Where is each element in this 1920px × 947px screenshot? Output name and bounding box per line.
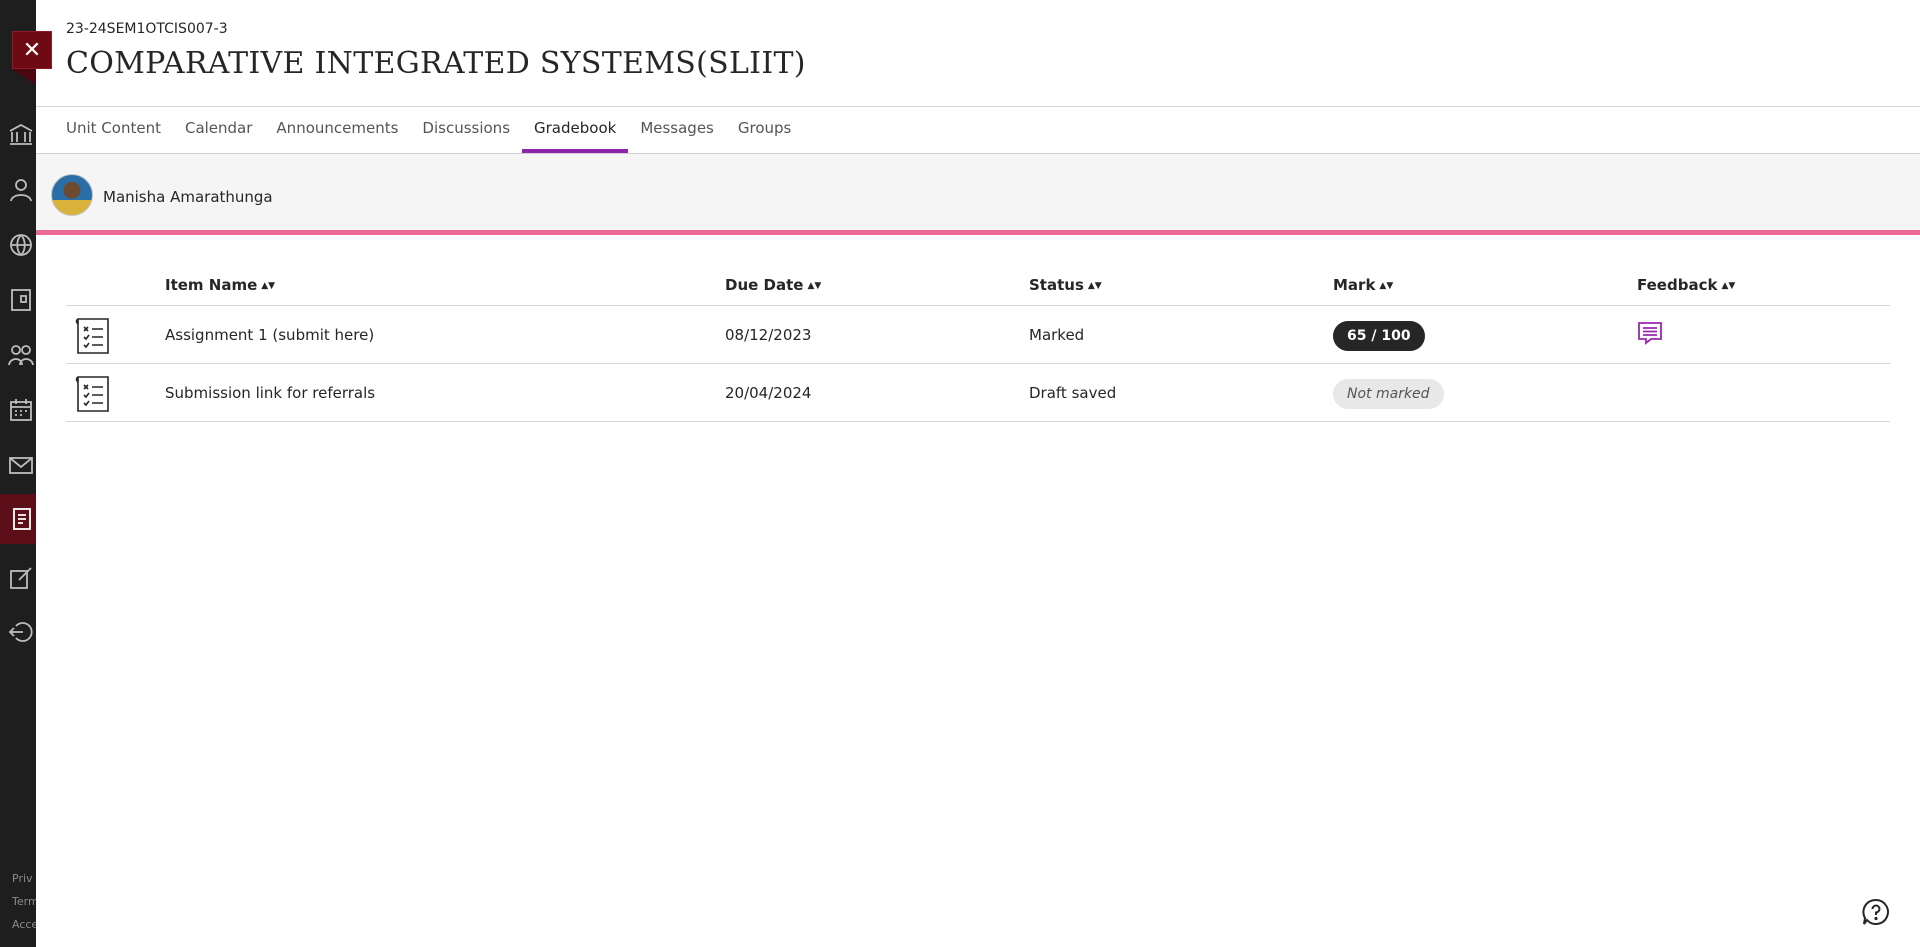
tab-messages[interactable]: Messages bbox=[628, 107, 726, 153]
close-course-button[interactable]: ✕ bbox=[12, 31, 52, 69]
terms-link[interactable]: Term bbox=[12, 895, 36, 908]
sort-icon: ▲▼ bbox=[1379, 281, 1394, 291]
messages-icon[interactable] bbox=[8, 452, 34, 478]
tab-gradebook[interactable]: Gradebook bbox=[522, 107, 629, 153]
table-row: Submission link for referrals 20/04/2024… bbox=[66, 364, 1890, 422]
sort-icon: ▲▼ bbox=[1721, 281, 1736, 291]
sign-out-icon[interactable] bbox=[8, 619, 34, 645]
student-name: Manisha Amarathunga bbox=[103, 188, 273, 206]
grades-icon[interactable] bbox=[8, 506, 34, 532]
accessibility-link[interactable]: Acce bbox=[12, 918, 36, 931]
table-header: Item Name ▲▼ Due Date ▲▼ Status ▲▼ Mark ▲▼ F… bbox=[66, 268, 1890, 306]
avatar bbox=[51, 174, 93, 216]
privacy-link[interactable]: Priv bbox=[12, 872, 36, 885]
feedback-icon[interactable] bbox=[1637, 320, 1663, 346]
status: Marked bbox=[1029, 326, 1085, 344]
left-nav-rail: Priv Term Acce bbox=[0, 0, 36, 947]
courses-icon[interactable] bbox=[8, 287, 34, 313]
institution-icon[interactable] bbox=[8, 122, 34, 148]
calendar-icon[interactable] bbox=[8, 397, 34, 423]
due-date: 08/12/2023 bbox=[725, 326, 812, 344]
item-name-link[interactable]: Assignment 1 (submit here) bbox=[165, 326, 374, 344]
tools-icon[interactable] bbox=[8, 565, 34, 591]
sort-mark[interactable]: Mark ▲▼ bbox=[1333, 276, 1393, 294]
profile-icon[interactable] bbox=[8, 177, 34, 203]
column-label: Mark bbox=[1333, 276, 1376, 294]
tab-unit-content[interactable]: Unit Content bbox=[54, 107, 173, 153]
tab-discussions[interactable]: Discussions bbox=[410, 107, 522, 153]
column-label: Item Name bbox=[165, 276, 258, 294]
tab-groups[interactable]: Groups bbox=[726, 107, 803, 153]
assignment-icon bbox=[75, 376, 109, 412]
column-label: Status bbox=[1029, 276, 1084, 294]
sort-feedback[interactable]: Feedback ▲▼ bbox=[1637, 276, 1735, 294]
close-icon: ✕ bbox=[22, 37, 42, 63]
column-label: Feedback bbox=[1637, 276, 1718, 294]
help-icon[interactable] bbox=[1862, 898, 1890, 926]
item-name-link[interactable]: Submission link for referrals bbox=[165, 384, 375, 402]
course-code: 23-24SEM1OTCIS007-3 bbox=[66, 21, 228, 37]
table-row: Assignment 1 (submit here) 08/12/2023 Ma… bbox=[66, 306, 1890, 364]
course-tabs: Unit Content Calendar Announcements Disc… bbox=[54, 107, 803, 153]
sort-item-name[interactable]: Item Name ▲▼ bbox=[165, 276, 275, 294]
tab-calendar[interactable]: Calendar bbox=[173, 107, 264, 153]
sort-status[interactable]: Status ▲▼ bbox=[1029, 276, 1102, 294]
column-label: Due Date bbox=[725, 276, 804, 294]
accent-strip bbox=[36, 230, 1920, 235]
tab-announcements[interactable]: Announcements bbox=[264, 107, 410, 153]
organisations-icon[interactable] bbox=[8, 342, 34, 368]
mark-badge[interactable]: Not marked bbox=[1333, 379, 1444, 409]
mark-badge[interactable]: 65 / 100 bbox=[1333, 321, 1425, 351]
due-date: 20/04/2024 bbox=[725, 384, 812, 402]
sort-due-date[interactable]: Due Date ▲▼ bbox=[725, 276, 821, 294]
sort-icon: ▲▼ bbox=[1087, 281, 1102, 291]
sort-icon: ▲▼ bbox=[261, 281, 276, 291]
gradebook-table: Item Name ▲▼ Due Date ▲▼ Status ▲▼ Mark ▲▼ F… bbox=[66, 268, 1890, 422]
student-header: Manisha Amarathunga bbox=[36, 154, 1920, 230]
globe-icon[interactable] bbox=[8, 232, 34, 258]
assignment-icon bbox=[75, 318, 109, 354]
status: Draft saved bbox=[1029, 384, 1117, 402]
course-panel: 23-24SEM1OTCIS007-3 COMPARATIVE INTEGRAT… bbox=[36, 0, 1920, 947]
page-title: COMPARATIVE INTEGRATED SYSTEMS(SLIIT) bbox=[66, 46, 806, 81]
sort-icon: ▲▼ bbox=[807, 281, 822, 291]
